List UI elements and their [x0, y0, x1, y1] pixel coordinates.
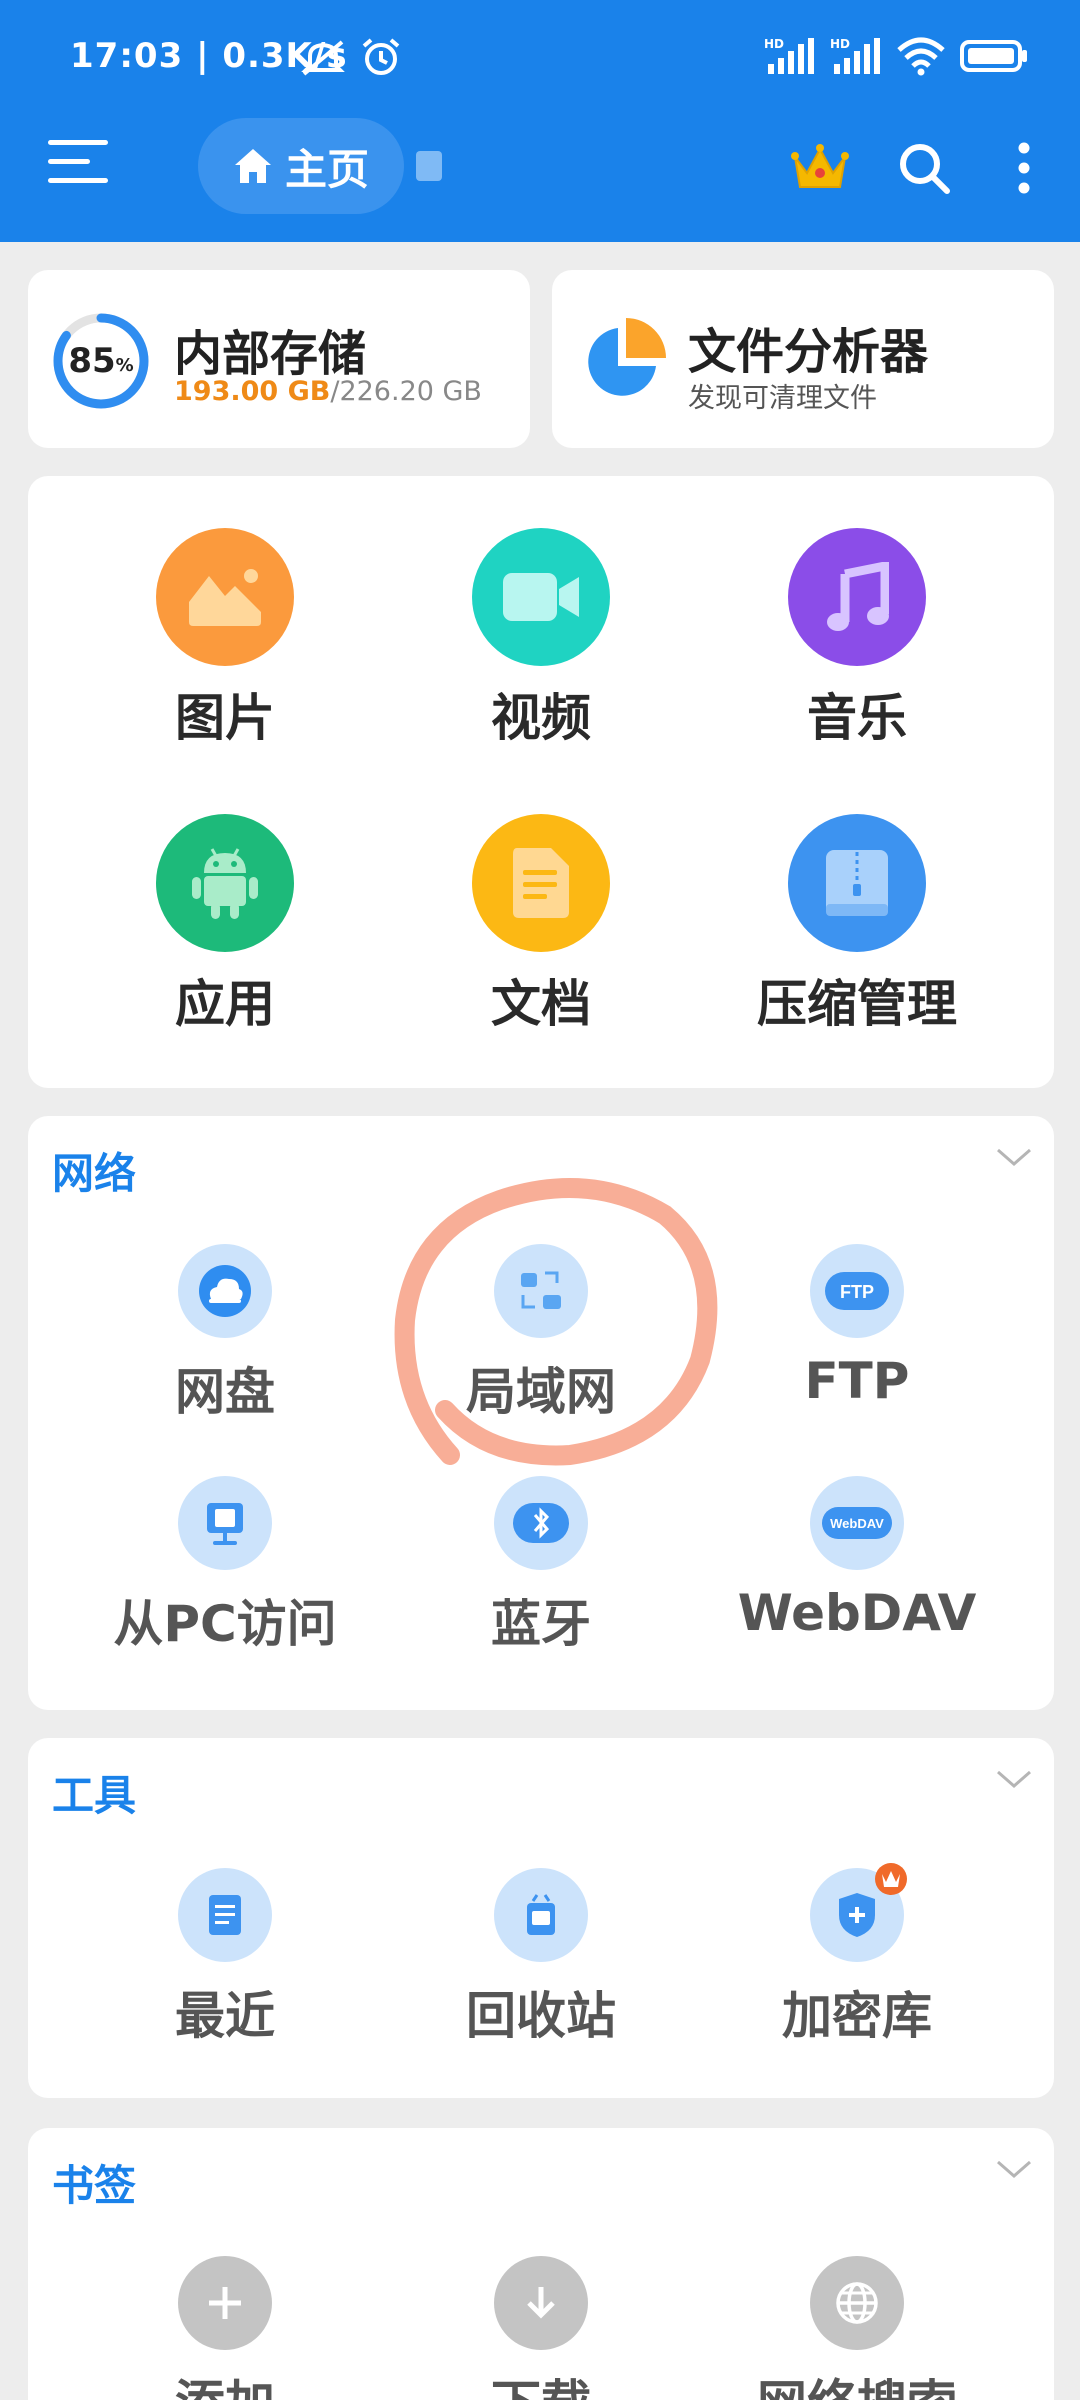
bookmark-item-web-search[interactable]: 网络搜索: [707, 2256, 1007, 2400]
image-icon: [156, 528, 294, 666]
add-icon: [178, 2256, 272, 2350]
status-bar: 17:03 | 0.3K/s HD HD: [0, 0, 1080, 118]
tools-item-vault[interactable]: 加密库: [707, 1863, 1007, 2048]
current-folder-icon[interactable]: [416, 151, 442, 181]
battery-icon: [960, 39, 1028, 77]
tab-home[interactable]: 主页: [198, 118, 404, 214]
storage-used: 193.00 GB: [174, 376, 331, 407]
chevron-down-icon[interactable]: [996, 1768, 1032, 1790]
network-item-lan[interactable]: 局域网: [391, 1244, 691, 1424]
toolbar: 主页: [0, 118, 1080, 242]
home-icon: [234, 149, 271, 183]
analyzer-subtitle: 发现可清理文件: [688, 383, 877, 414]
storage-total: 226.20 GB: [339, 376, 482, 407]
menu-icon-bar: [48, 178, 108, 183]
alarm-icon: [360, 36, 402, 82]
category-grid: 图片 视频 音乐 应用 文档 压缩管理: [28, 476, 1054, 1088]
document-icon: [472, 814, 610, 952]
cloud-drive-icon: [178, 1244, 272, 1338]
tools-item-recent[interactable]: 最近: [75, 1868, 375, 2048]
tools-section-title: 工具: [52, 1771, 137, 1820]
category-archives[interactable]: 压缩管理: [707, 814, 1007, 1036]
menu-icon-bar: [48, 140, 108, 145]
bookmarks-section: 书签 添加 下载 网络搜索: [28, 2128, 1054, 2400]
category-images[interactable]: 图片: [75, 528, 375, 750]
lan-icon: [494, 1244, 588, 1338]
tab-home-label: 主页: [284, 144, 369, 194]
video-icon: [472, 528, 610, 666]
network-item-pc-access[interactable]: 从PC访问: [75, 1476, 375, 1656]
file-analyzer-card[interactable]: 文件分析器 发现可清理文件: [552, 270, 1054, 448]
chevron-down-icon[interactable]: [996, 1146, 1032, 1168]
chevron-down-icon[interactable]: [996, 2158, 1032, 2180]
search-icon[interactable]: [892, 136, 956, 200]
svg-text:HD: HD: [830, 37, 850, 51]
web-search-icon: [810, 2256, 904, 2350]
android-icon: [156, 814, 294, 952]
pie-chart-icon: [588, 318, 666, 396]
mute-icon: [300, 38, 346, 82]
recycle-bin-icon: [494, 1868, 588, 1962]
network-section: 网络 网盘 局域网 FTP FTP 从PC访问 蓝牙 WebDAV WebDAV: [28, 1116, 1054, 1710]
archive-icon: [788, 814, 926, 952]
menu-button[interactable]: [48, 140, 108, 190]
premium-badge-icon: [875, 1863, 907, 1895]
bookmarks-section-title: 书签: [52, 2161, 137, 2210]
ftp-icon: FTP: [810, 1244, 904, 1338]
network-item-cloud-drive[interactable]: 网盘: [75, 1244, 375, 1424]
internal-storage-card[interactable]: 85% 内部存储 193.00 GB/226.20 GB: [28, 270, 530, 448]
network-item-ftp[interactable]: FTP FTP: [707, 1244, 1007, 1410]
signal-icon: HD: [764, 36, 816, 80]
bookmark-item-add[interactable]: 添加: [75, 2256, 375, 2400]
webdav-icon: WebDAV: [810, 1476, 904, 1570]
network-item-bluetooth[interactable]: 蓝牙: [391, 1476, 691, 1656]
download-icon: [494, 2256, 588, 2350]
storage-percent: 85%: [68, 341, 134, 381]
app-header: 17:03 | 0.3K/s HD HD 主页: [0, 0, 1080, 242]
wifi-icon: [896, 36, 946, 80]
svg-text:FTP: FTP: [840, 1282, 874, 1302]
tools-section: 工具 最近 回收站 加密库: [28, 1738, 1054, 2098]
category-apps[interactable]: 应用: [75, 814, 375, 1036]
category-videos[interactable]: 视频: [391, 528, 691, 750]
tools-item-recycle-bin[interactable]: 回收站: [391, 1868, 691, 2048]
storage-title: 内部存储: [174, 326, 367, 382]
premium-crown-icon[interactable]: [788, 136, 852, 200]
network-section-title: 网络: [52, 1149, 137, 1198]
bluetooth-icon: [494, 1476, 588, 1570]
more-options-icon[interactable]: [992, 136, 1056, 200]
category-music[interactable]: 音乐: [707, 528, 1007, 750]
status-icons: HD HD: [764, 36, 1028, 80]
bookmark-item-download[interactable]: 下载: [391, 2256, 691, 2400]
network-item-webdav[interactable]: WebDAV WebDAV: [707, 1476, 1007, 1642]
menu-icon-bar: [48, 159, 90, 164]
storage-usage-text: 193.00 GB/226.20 GB: [174, 376, 482, 407]
pc-access-icon: [178, 1476, 272, 1570]
svg-text:WebDAV: WebDAV: [830, 1516, 884, 1531]
analyzer-title: 文件分析器: [688, 324, 929, 380]
category-documents[interactable]: 文档: [391, 814, 691, 1036]
svg-text:HD: HD: [764, 37, 784, 51]
signal-icon: HD: [830, 36, 882, 80]
music-icon: [788, 528, 926, 666]
recent-icon: [178, 1868, 272, 1962]
vault-icon: [810, 1863, 907, 1962]
